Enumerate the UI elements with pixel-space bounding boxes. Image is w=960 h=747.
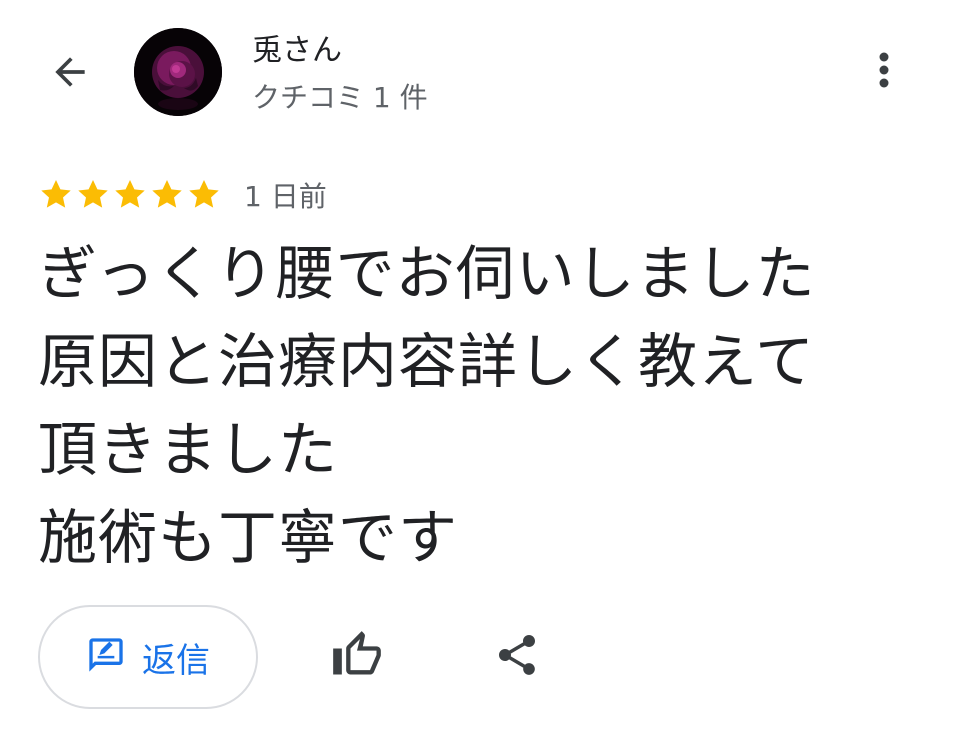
- star-icon: [189, 180, 219, 208]
- thumb-up-icon: [331, 629, 383, 685]
- share-icon: [493, 631, 541, 683]
- rating-row: 1 日前: [38, 173, 327, 217]
- star-rating: [38, 177, 222, 213]
- star-icon: [115, 180, 145, 208]
- share-button[interactable]: [482, 622, 552, 692]
- star-icon: [152, 180, 182, 208]
- star-icon: [78, 180, 108, 208]
- user-name[interactable]: 兎さん: [252, 32, 342, 70]
- review-text-line: 施術も丁寧です: [38, 503, 459, 572]
- reply-label: 返信: [142, 640, 210, 681]
- review-text-line: ぎっくり腰でお伺いしました: [38, 239, 816, 308]
- review-text-line: 原因と治療内容詳しく教えて: [38, 327, 816, 396]
- review-screen: 兎さん クチコミ 1 件 1 日前 ぎっくり腰でお伺いしました 原因と治療内容詳し…: [0, 0, 960, 747]
- review-text: ぎっくり腰でお伺いしました 原因と治療内容詳しく教えて 頂きました施術も丁寧です: [38, 230, 938, 582]
- more-vert-icon: [878, 50, 890, 94]
- more-options-button[interactable]: [858, 44, 910, 100]
- avatar[interactable]: [134, 28, 222, 116]
- review-text-line: 頂きました: [38, 415, 339, 484]
- arrow-back-icon: [48, 50, 92, 98]
- back-button[interactable]: [42, 46, 98, 102]
- rose-avatar-image: [134, 28, 222, 116]
- review-count: クチコミ 1 件: [252, 81, 428, 114]
- review-date: 1 日前: [244, 180, 327, 213]
- like-button[interactable]: [322, 622, 392, 692]
- reply-edit-icon: [86, 635, 126, 679]
- star-icon: [41, 180, 71, 208]
- reply-button[interactable]: 返信: [38, 605, 258, 709]
